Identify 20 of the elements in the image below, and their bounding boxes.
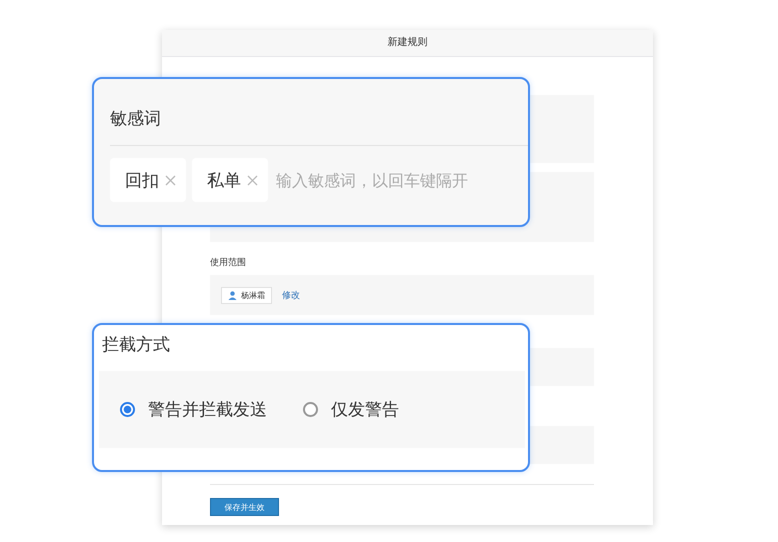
tag-text: 回扣 [125, 170, 159, 192]
close-icon[interactable] [247, 174, 258, 186]
user-icon [228, 290, 237, 300]
edit-link[interactable]: 修改 [282, 288, 300, 302]
window-title: 新建规则 [162, 30, 653, 57]
radio-label: 仅发警告 [331, 399, 399, 421]
section-title: 敏感词 [109, 108, 162, 131]
section-title: 拦截方式 [101, 334, 171, 357]
field-label: 使用范围 [210, 256, 247, 269]
save-button[interactable]: 保存并生效 [210, 498, 279, 516]
user-chip[interactable]: 杨淋霜 [221, 286, 272, 304]
radio-option[interactable]: 警告并拦截发送 [120, 398, 267, 421]
user-name: 杨淋霜 [241, 290, 265, 300]
radio-button[interactable] [303, 402, 318, 417]
radio-label: 警告并拦截发送 [148, 399, 267, 421]
keyword-input[interactable]: 输入敏感词，以回车键隔开 [274, 170, 506, 190]
tag-text: 私单 [207, 170, 241, 192]
close-icon[interactable] [165, 174, 176, 186]
radio-button[interactable] [120, 402, 135, 417]
radio-option[interactable]: 仅发警告 [303, 398, 399, 421]
